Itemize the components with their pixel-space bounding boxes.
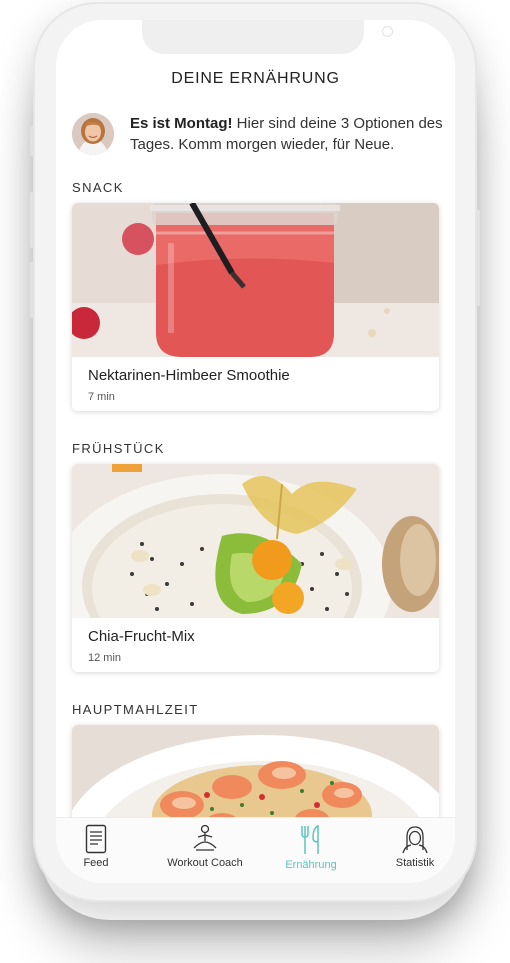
recipe-title: Nektarinen-Himbeer Smoothie bbox=[88, 367, 290, 384]
recipe-time: 7 min bbox=[88, 391, 115, 403]
notch bbox=[142, 20, 393, 54]
power-button bbox=[476, 210, 480, 306]
recipe-photo-chia bbox=[72, 464, 439, 618]
person-icon bbox=[402, 826, 428, 854]
section-label-fruehstueck: FRÜHSTÜCK bbox=[72, 441, 165, 456]
tab-bar: Feed Workout Coach Ernährung Statistik bbox=[56, 817, 455, 883]
document-icon bbox=[85, 824, 107, 854]
intro-bold: Es ist Montag! bbox=[130, 115, 233, 132]
tab-label: Ernährung bbox=[285, 859, 337, 871]
tab-workout-coach[interactable]: Workout Coach bbox=[156, 818, 254, 883]
volume-up-button bbox=[30, 192, 34, 248]
tab-ernaehrung[interactable]: Ernährung bbox=[278, 818, 344, 883]
page-title: DEINE ERNÄHRUNG bbox=[171, 70, 340, 87]
recipe-title: Chia-Frucht-Mix bbox=[88, 628, 195, 645]
meditation-icon bbox=[193, 824, 217, 851]
fork-knife-icon bbox=[301, 824, 319, 854]
tab-label: Workout Coach bbox=[167, 857, 243, 869]
recipe-photo-smoothie bbox=[72, 203, 439, 357]
recipe-time: 12 min bbox=[88, 652, 122, 664]
tab-statistik[interactable]: Statistik bbox=[384, 818, 446, 883]
mute-switch bbox=[30, 126, 34, 156]
section-label-hauptmahlzeit: HAUPTMAHLZEIT bbox=[72, 702, 199, 717]
coach-avatar bbox=[72, 113, 114, 155]
intro-text: Es ist Montag! Hier sind deine 3 Optione… bbox=[130, 113, 450, 155]
section-label-snack: SNACK bbox=[72, 180, 124, 195]
camera-icon bbox=[382, 26, 393, 37]
volume-down-button bbox=[30, 262, 34, 318]
tab-feed[interactable]: Feed bbox=[66, 818, 126, 883]
tab-label: Statistik bbox=[395, 857, 435, 869]
app-screen: DEINE ERNÄHRUNG Es ist Montag! Hier sind… bbox=[56, 20, 455, 883]
tab-label: Feed bbox=[83, 857, 109, 869]
recipe-card-fruehstueck[interactable]: Chia-Frucht-Mix 12 min bbox=[72, 464, 439, 672]
recipe-card-snack[interactable]: Nektarinen-Himbeer Smoothie 7 min bbox=[72, 203, 439, 411]
